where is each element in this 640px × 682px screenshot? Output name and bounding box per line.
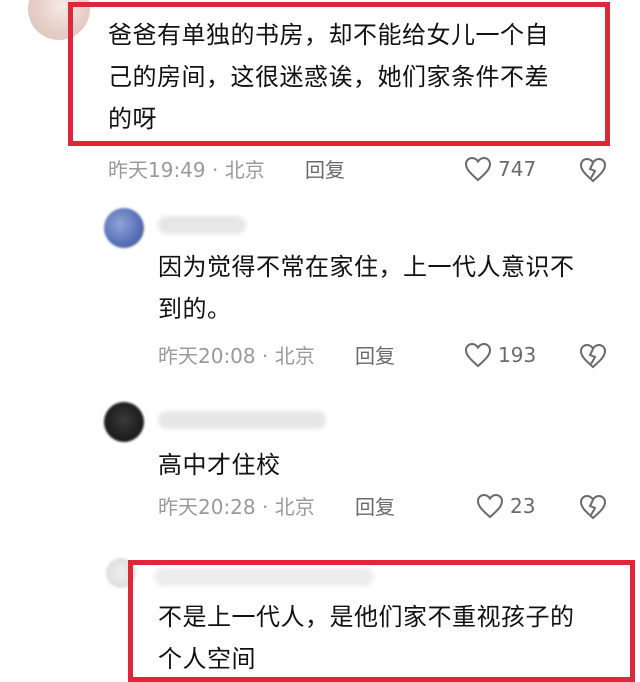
broken-heart-icon [579, 343, 607, 369]
like-button[interactable]: 23 [476, 493, 535, 519]
comment-meta: 昨天20:28 · 北京 [158, 495, 315, 519]
avatar[interactable] [28, 0, 90, 40]
username[interactable] [158, 216, 246, 234]
avatar[interactable] [106, 558, 136, 588]
comment-location: 北京 [274, 344, 315, 368]
like-count: 193 [498, 343, 537, 367]
comment-time: 昨天20:08 [158, 344, 256, 368]
comment-location: 北京 [224, 158, 265, 182]
meta-separator: · [255, 495, 275, 519]
comment-thread: 爸爸有单独的书房，却不能给女儿一个自 己的房间，这很迷惑诶，她们家条件不差 的呀… [0, 0, 640, 682]
comment-text-line: 到的。 [158, 295, 232, 323]
comment-text: 高中才住校 [158, 444, 618, 486]
heart-outline-icon [476, 493, 504, 519]
reply-button[interactable]: 回复 [305, 158, 345, 182]
like-count: 747 [498, 157, 537, 181]
comment-text-line: 高中才住校 [158, 451, 281, 479]
meta-separator: · [255, 344, 275, 368]
comment-location: 北京 [274, 495, 315, 519]
like-count: 23 [510, 494, 536, 518]
comment-text-line: 爸爸有单独的书房，却不能给女儿一个自 [108, 21, 549, 49]
heart-outline-icon [464, 156, 492, 182]
comment-meta: 昨天19:49 · 北京 [108, 158, 265, 182]
like-button[interactable]: 193 [464, 342, 536, 368]
broken-heart-icon [579, 494, 607, 520]
username[interactable] [158, 411, 326, 429]
comment-text: 因为觉得不常在家住，上一代人意识不 到的。 [158, 246, 618, 330]
heart-outline-icon [464, 342, 492, 368]
comment-text-line: 己的房间，这很迷惑诶，她们家条件不差 [108, 63, 549, 91]
comment-text-line: 的呀 [108, 105, 157, 133]
comment-text-line: 个人空间 [158, 645, 256, 673]
dislike-button[interactable] [579, 157, 607, 183]
meta-separator: · [205, 158, 225, 182]
comment-text-line: 因为觉得不常在家住，上一代人意识不 [158, 253, 575, 281]
like-button[interactable]: 747 [464, 156, 536, 182]
dislike-button[interactable] [579, 343, 607, 369]
dislike-button[interactable] [579, 494, 607, 520]
comment-meta: 昨天20:08 · 北京 [158, 344, 315, 368]
comment-text: 不是上一代人，是他们家不重视孩子的 个人空间 [158, 596, 618, 680]
comment-text: 爸爸有单独的书房，却不能给女儿一个自 己的房间，这很迷惑诶，她们家条件不差 的呀 [108, 14, 608, 140]
avatar[interactable] [104, 402, 144, 442]
broken-heart-icon [579, 157, 607, 183]
username[interactable] [154, 568, 374, 586]
reply-button[interactable]: 回复 [355, 344, 395, 368]
comment-time: 昨天20:28 [158, 495, 256, 519]
comment-time: 昨天19:49 [108, 158, 206, 182]
reply-button[interactable]: 回复 [355, 495, 395, 519]
avatar[interactable] [104, 208, 144, 248]
comment-text-line: 不是上一代人，是他们家不重视孩子的 [158, 603, 575, 631]
